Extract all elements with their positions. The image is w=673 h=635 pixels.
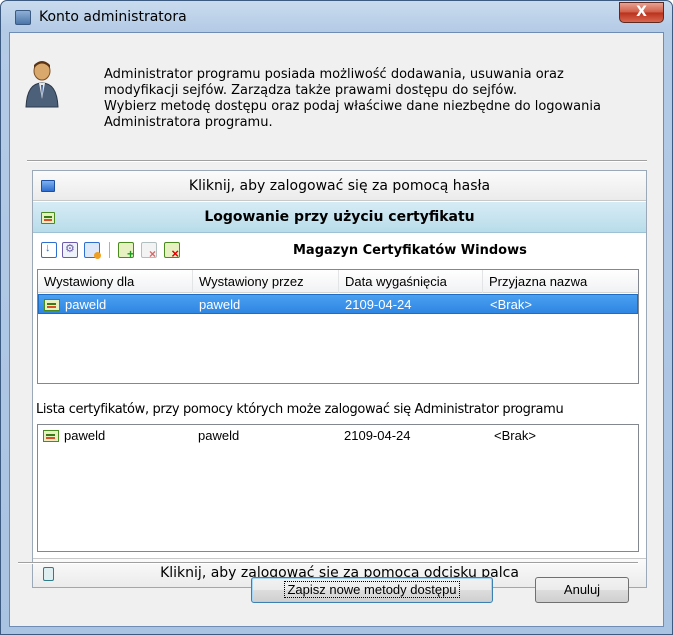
store-certificate-list[interactable]: Wystawiony dla Wystawiony przez Data wyg…	[37, 269, 639, 384]
certificate-login-label: Logowanie przy użyciu certyfikatu	[204, 209, 475, 225]
store-title: Magazyn Certyfikatów Windows	[293, 243, 527, 258]
administrator-user-icon	[25, 61, 59, 108]
import-cert-icon[interactable]	[41, 242, 57, 258]
cell-issued-by: paweld	[199, 297, 241, 312]
cell-friendly-name: <Brak>	[494, 428, 536, 443]
save-access-methods-button[interactable]: Zapisz nowe metody dostępu	[251, 577, 493, 603]
admin-certificates-caption: Lista certyfikatów, przy pomocy których …	[36, 402, 564, 417]
certificate-login-bar[interactable]: Logowanie przy użyciu certyfikatu	[33, 202, 646, 233]
separator	[27, 160, 647, 162]
intro-line: Wybierz metodę dostępu oraz podaj właści…	[104, 99, 601, 114]
certificate-icon	[44, 299, 60, 311]
list-header: Wystawiony dla Wystawiony przez Data wyg…	[38, 270, 638, 293]
separator	[18, 562, 638, 564]
app-icon	[15, 10, 31, 25]
save-button-label: Zapisz nowe metody dostępu	[284, 581, 460, 598]
intro-line: modyfikacji sejfów. Zarządza także prawa…	[104, 83, 517, 98]
column-header-issued-by[interactable]: Wystawiony przez	[193, 270, 339, 293]
remove-cert-disabled-icon[interactable]	[141, 242, 157, 261]
password-login-bar[interactable]: Kliknij, aby zalogować się za pomocą has…	[33, 171, 646, 201]
intro-line: Administratora programu.	[104, 115, 273, 130]
intro-line: Administrator programu posiada możliwość…	[104, 67, 564, 82]
cell-issued-to: paweld	[64, 428, 106, 443]
cert-properties-icon[interactable]	[62, 242, 78, 258]
certificate-icon	[43, 430, 59, 442]
password-login-label: Kliknij, aby zalogować się za pomocą has…	[188, 178, 491, 194]
column-header-expiration[interactable]: Data wygaśnięcia	[339, 270, 483, 293]
window-title: Konto administratora	[39, 9, 187, 25]
cell-issued-by: paweld	[198, 428, 240, 443]
table-row[interactable]: paweld paweld 2109-04-24 <Brak>	[38, 294, 638, 314]
cell-issued-to: paweld	[65, 297, 107, 312]
cancel-button[interactable]: Anuluj	[535, 577, 629, 603]
dialog-window: Konto administratora X Administrator pro…	[0, 0, 673, 635]
cell-expiration: 2109-04-24	[344, 428, 411, 443]
close-button[interactable]: X	[619, 2, 664, 23]
cell-expiration: 2109-04-24	[345, 297, 412, 312]
delete-cert-icon[interactable]	[164, 242, 180, 261]
intro-text: Administrator programu posiada możliwość…	[104, 67, 654, 131]
certificate-toolbar: Magazyn Certyfikatów Windows	[33, 234, 646, 266]
column-header-friendly-name[interactable]: Przyjazna nazwa	[483, 270, 638, 293]
add-cert-icon[interactable]	[118, 242, 134, 261]
toolbar-separator	[109, 242, 110, 258]
cell-friendly-name: <Brak>	[490, 297, 532, 312]
dialog-client: Administrator programu posiada możliwość…	[9, 32, 664, 627]
column-header-issued-to[interactable]: Wystawiony dla	[38, 270, 193, 293]
table-row[interactable]: paweld paweld 2109-04-24 <Brak>	[38, 426, 638, 446]
refresh-store-icon[interactable]	[84, 242, 101, 259]
access-methods-panel: Kliknij, aby zalogować się za pomocą has…	[32, 170, 647, 588]
title-bar[interactable]: Konto administratora X	[1, 1, 672, 33]
admin-certificate-list[interactable]: paweld paweld 2109-04-24 <Brak>	[37, 424, 639, 552]
